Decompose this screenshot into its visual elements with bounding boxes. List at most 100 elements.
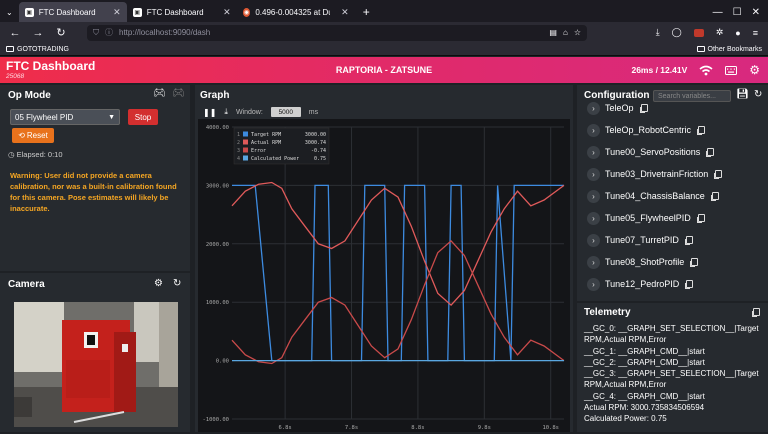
tab-title: FTC Dashboard [146,7,204,17]
account-icon[interactable]: ◯ [672,27,682,38]
other-bookmarks[interactable]: Other Bookmarks [708,46,762,53]
camera-feed-image [14,302,178,427]
opmode-select[interactable]: 05 Flywheel PID ▼ [10,109,120,125]
config-item[interactable]: › TeleOp [587,101,648,115]
download-icon[interactable]: ⤓ [224,107,228,117]
tab-list-icon[interactable]: ⌄ [0,2,19,22]
stop-button[interactable]: Stop [128,109,158,125]
copy-icon[interactable] [640,104,648,112]
reset-label: Reset [26,131,48,140]
pause-icon[interactable]: ❚❚ [203,108,216,117]
extensions-puzzle-icon[interactable]: ✲ [716,27,724,38]
close-tab-icon[interactable]: ✕ [113,7,121,18]
camera-settings-gear-icon[interactable]: ⚙ [154,278,163,289]
legend-swatch [243,155,248,161]
legend-label: Calculated Power [251,156,299,162]
reload-icon[interactable]: ↻ [54,26,68,39]
copy-icon[interactable] [685,236,693,244]
camera-refresh-icon[interactable]: ↻ [173,278,181,289]
config-item-label: Tune05_FlywheelPID [605,213,691,223]
reader-view-icon[interactable]: ▤ [549,28,557,37]
bookmark-item[interactable]: GOTOTRADING [17,46,69,53]
ftc-favicon-icon: ▣ [24,7,34,17]
copy-icon[interactable] [707,148,715,156]
config-item-label: Tune03_DrivetrainFriction [605,169,709,179]
close-window-icon[interactable]: ✕ [752,7,760,18]
config-item[interactable]: › Tune12_PedroPID [587,277,694,291]
chevron-right-icon[interactable]: › [587,123,600,137]
config-item[interactable]: › TeleOp_RobotCentric [587,123,706,137]
tab-title: 0.496-0.004325 at DuckDuckGo [255,7,330,17]
config-item[interactable]: › Tune05_FlywheelPID [587,211,705,225]
downloads-icon[interactable]: ⤓ [656,27,660,38]
legend-label: Target RPM [251,132,281,138]
chevron-right-icon[interactable]: › [587,233,600,247]
home-icon[interactable]: ⌂ [563,28,568,37]
chevron-right-icon[interactable]: › [587,255,600,269]
browser-tab-1[interactable]: ▣ FTC Dashboard ✕ [18,2,127,22]
copy-icon[interactable] [686,280,694,288]
close-tab-icon[interactable]: ✕ [223,7,231,18]
profile-icon[interactable]: ● [735,28,740,38]
close-tab-icon[interactable]: ✕ [341,7,349,18]
telemetry-log: __GC_0: __GRAPH_SET_SELECTION__|Target RP… [584,323,764,425]
minimize-icon[interactable]: — [713,7,723,18]
wifi-icon [699,65,713,75]
browser-toolbar: ← → ↻ ⛉ ⓘ http://localhost:9090/dash ▤ ⌂… [0,22,768,43]
keyboard-icon[interactable] [725,65,738,75]
app-title: FTC Dashboard [6,59,96,73]
line-chart: 4000.00 3000.00 2000.00 1000.00 0.00 -1000.00… [203,125,565,431]
camera-title: Camera [8,279,45,290]
config-item[interactable]: › Tune04_ChassisBalance [587,189,719,203]
telemetry-title: Telemetry [584,307,631,318]
team-number: 25068 [6,73,25,80]
legend-value: -0.74 [311,148,326,154]
config-item[interactable]: › Tune03_DrivetrainFriction [587,167,723,181]
chevron-right-icon[interactable]: › [587,145,600,159]
save-icon[interactable]: 💾︎ [736,89,749,100]
gamepad2-icon: 🎮︎ [172,88,185,99]
ftc-favicon-icon: ▣ [132,7,142,17]
legend-value: 3000.00 [305,132,326,138]
y-tick-label: -1000.00 [203,417,230,423]
menu-icon[interactable]: ≡ [753,28,758,38]
variable-search-input[interactable]: Search variables... [653,90,731,102]
config-item[interactable]: › Tune00_ServoPositions [587,145,715,159]
reset-button[interactable]: ⟲ Reset [12,128,54,143]
back-icon[interactable]: ← [8,27,22,39]
settings-gear-icon[interactable]: ⚙ [749,63,760,77]
browser-tab-3[interactable]: ◉ 0.496-0.004325 at DuckDuckGo ✕ [237,2,355,22]
camera-feed [14,302,178,427]
copy-icon[interactable] [711,192,719,200]
copy-icon[interactable] [697,214,705,222]
copy-telemetry-icon[interactable] [753,308,760,316]
chevron-right-icon[interactable]: › [587,211,600,225]
config-item-label: TeleOp [605,103,634,113]
config-item[interactable]: › Tune08_ShotProfile [587,255,699,269]
forward-icon[interactable]: → [31,27,45,39]
address-bar[interactable]: ⛉ ⓘ http://localhost:9090/dash ▤ ⌂ ☆ [87,24,587,41]
copy-icon[interactable] [698,126,706,134]
browser-tab-2[interactable]: ▣ FTC Dashboard ✕ [127,2,237,22]
configuration-title: Configuration [584,90,650,101]
bookmark-star-icon[interactable]: ☆ [574,28,581,37]
chevron-down-icon: ▼ [108,113,115,121]
new-tab-icon[interactable]: + [355,2,378,22]
chevron-right-icon[interactable]: › [587,101,600,115]
maximize-icon[interactable]: ☐ [733,7,742,18]
chevron-right-icon[interactable]: › [587,277,600,291]
copy-icon[interactable] [691,258,699,266]
legend-index: 1 [237,132,240,138]
config-item[interactable]: › Tune07_TurretPID [587,233,693,247]
copy-icon[interactable] [715,170,723,178]
config-refresh-icon[interactable]: ↻ [754,89,762,100]
opmode-title: Op Mode [8,90,51,101]
y-tick-label: 3000.00 [206,183,229,189]
window-input[interactable]: 5000 [270,107,301,117]
extension-icon[interactable] [693,28,704,37]
x-tick-label: 8.8s [411,425,424,431]
chevron-right-icon[interactable]: › [587,167,600,181]
chevron-right-icon[interactable]: › [587,189,600,203]
legend-label: Actual RPM [251,140,281,146]
refresh-icon: ⟲ [18,131,25,140]
